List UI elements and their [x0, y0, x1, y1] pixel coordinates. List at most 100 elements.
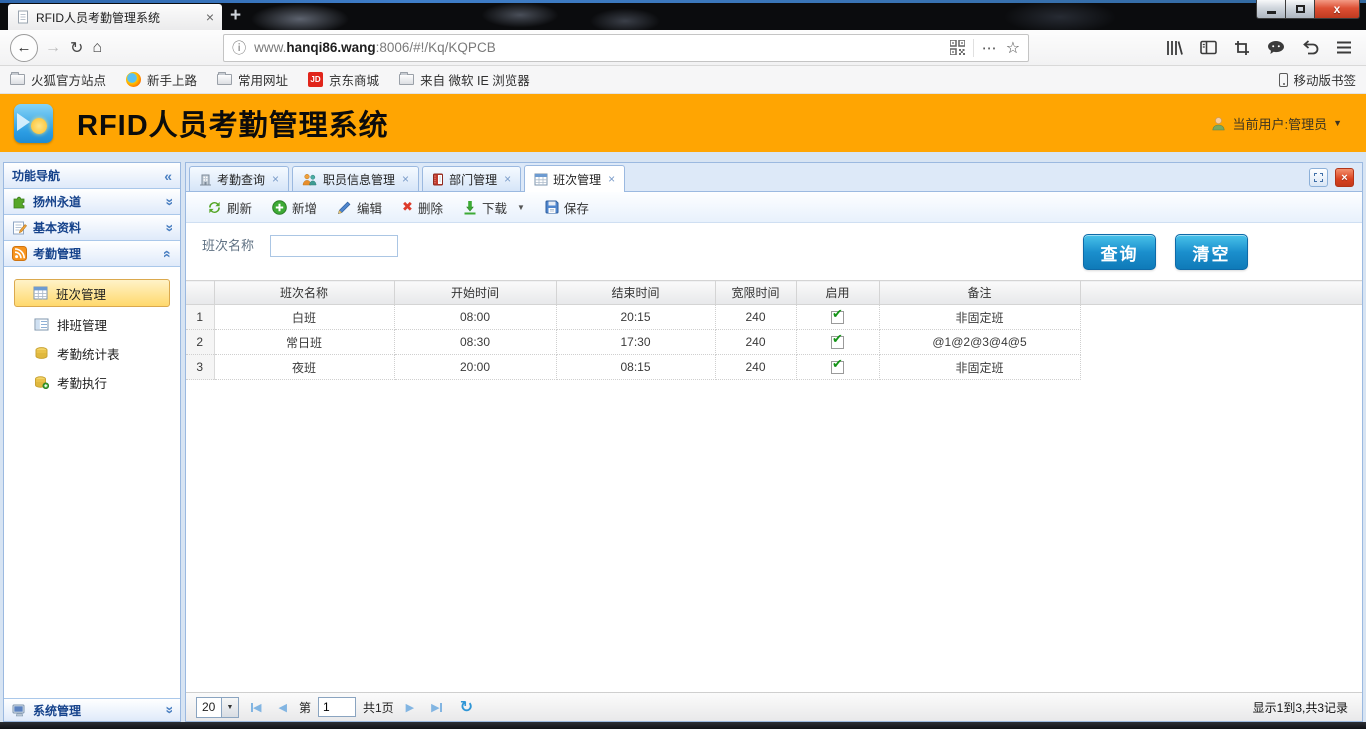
- col-shift-name[interactable]: 班次名称: [214, 281, 394, 305]
- download-icon: [463, 200, 477, 215]
- chevron-down-icon[interactable]: «: [160, 224, 176, 232]
- sidebar-item-attendance-statistics[interactable]: 考勤统计表: [12, 340, 172, 366]
- prev-page-button[interactable]: ◀: [278, 701, 286, 714]
- bookmark-item[interactable]: JD京东商城: [308, 70, 379, 89]
- home-button[interactable]: ⌂: [92, 39, 102, 57]
- action-toolbar: 刷新 新增 编辑 ✖ 删除 下载 ▼: [186, 192, 1362, 223]
- mobile-bookmarks[interactable]: 移动版书签: [1279, 70, 1356, 89]
- maximize-panel-button[interactable]: [1309, 168, 1328, 187]
- sidebar-section-system[interactable]: 系统管理 «: [4, 698, 180, 721]
- tab-shift-management[interactable]: 班次管理 ×: [524, 165, 625, 192]
- first-page-button[interactable]: ◀: [251, 701, 261, 714]
- menu-icon[interactable]: [1336, 41, 1352, 54]
- maximize-button[interactable]: [1286, 0, 1314, 19]
- page-actions-icon[interactable]: ⋯: [982, 39, 998, 57]
- close-panel-button[interactable]: ×: [1335, 168, 1354, 187]
- enabled-checkbox[interactable]: ✔: [831, 336, 844, 349]
- cell-filler: [1080, 305, 1362, 330]
- tab-close-icon[interactable]: ×: [402, 172, 409, 186]
- add-button[interactable]: 新增: [263, 195, 326, 220]
- col-enabled[interactable]: 启用: [796, 281, 879, 305]
- screenshot-icon[interactable]: [1234, 40, 1250, 56]
- col-grace-time[interactable]: 宽限时间: [715, 281, 796, 305]
- back-button[interactable]: ←: [10, 34, 38, 62]
- table-row[interactable]: 1 白班 08:00 20:15 240 ✔ 非固定班: [186, 305, 1362, 330]
- shift-name-input[interactable]: [270, 235, 398, 257]
- cell-shift-name: 白班: [214, 305, 394, 330]
- sidebar-toggle-icon[interactable]: [1200, 40, 1217, 55]
- titlebar[interactable]: RFID人员考勤管理系统 × + x: [0, 3, 1366, 30]
- sidebar: 功能导航 « 扬州永道 « 基本资料 « 考勤管理 « 班次管: [3, 162, 181, 722]
- minimize-icon: [1267, 11, 1276, 14]
- delete-button[interactable]: ✖ 删除: [393, 195, 452, 220]
- cell-shift-name: 夜班: [214, 355, 394, 380]
- current-user-menu[interactable]: 当前用户:管理员 ▼: [1211, 114, 1352, 133]
- address-bar[interactable]: ⓘ www.hanqi86.wang:8006/#!/Kq/KQPCB ⋯ ☆: [223, 34, 1029, 62]
- sidebar-section-attendance[interactable]: 考勤管理 «: [4, 241, 180, 267]
- next-page-button[interactable]: ▶: [406, 701, 414, 714]
- chevron-down-icon[interactable]: «: [160, 706, 176, 714]
- tab-close-icon[interactable]: ×: [504, 172, 511, 186]
- check-icon: ✔: [832, 307, 843, 321]
- undo-icon[interactable]: [1302, 40, 1319, 55]
- calendar-icon: [534, 173, 548, 186]
- last-page-button[interactable]: ▶: [431, 701, 441, 714]
- reload-button[interactable]: ↻: [70, 38, 83, 58]
- check-icon: ✔: [832, 332, 843, 346]
- browser-tab[interactable]: RFID人员考勤管理系统 ×: [8, 4, 222, 30]
- library-icon[interactable]: [1166, 40, 1183, 56]
- clear-button[interactable]: 清空: [1175, 234, 1248, 270]
- bookmark-item[interactable]: 新手上路: [126, 70, 197, 89]
- query-button[interactable]: 查询: [1083, 234, 1156, 270]
- download-button[interactable]: 下载 ▼: [454, 195, 534, 220]
- table-row[interactable]: 3 夜班 20:00 08:15 240 ✔ 非固定班: [186, 355, 1362, 380]
- tab-close-icon[interactable]: ×: [272, 172, 279, 186]
- coins-plus-icon: [34, 375, 49, 389]
- url-text[interactable]: www.hanqi86.wang:8006/#!/Kq/KQPCB: [254, 40, 942, 55]
- col-end-time[interactable]: 结束时间: [556, 281, 715, 305]
- bookmark-star-icon[interactable]: ☆: [1006, 38, 1020, 58]
- sidebar-item-attendance-execute[interactable]: 考勤执行: [12, 369, 172, 395]
- sidebar-item-schedule-management[interactable]: 排班管理: [12, 311, 172, 337]
- minimize-button[interactable]: [1256, 0, 1286, 19]
- sidebar-section-basic[interactable]: 基本资料 «: [4, 215, 180, 241]
- enabled-checkbox[interactable]: ✔: [831, 361, 844, 374]
- sidebar-header[interactable]: 功能导航 «: [4, 163, 180, 189]
- refresh-button[interactable]: 刷新: [198, 195, 261, 220]
- edit-button[interactable]: 编辑: [328, 195, 391, 220]
- page-number-input[interactable]: [318, 697, 356, 717]
- save-button[interactable]: 保存: [536, 195, 598, 220]
- download-caret-icon[interactable]: ▼: [517, 203, 525, 212]
- tab-attendance-query[interactable]: 考勤查询 ×: [189, 166, 289, 191]
- chevron-up-icon[interactable]: «: [160, 250, 176, 258]
- bookmark-item[interactable]: 常用网址: [217, 70, 288, 89]
- col-start-time[interactable]: 开始时间: [394, 281, 556, 305]
- bookmark-item[interactable]: 火狐官方站点: [10, 70, 106, 89]
- close-button[interactable]: x: [1314, 0, 1360, 19]
- tab-close-icon[interactable]: ×: [608, 172, 615, 186]
- select-caret-icon[interactable]: ▼: [221, 698, 238, 717]
- sidebar-item-shift-management[interactable]: 班次管理: [14, 279, 170, 307]
- sidebar-section-yangzhou[interactable]: 扬州永道 «: [4, 189, 180, 215]
- folder-icon: [399, 74, 414, 85]
- grid-refresh-button[interactable]: ↻: [460, 697, 473, 717]
- chevron-down-icon[interactable]: «: [160, 198, 176, 206]
- table-row[interactable]: 2 常日班 08:30 17:30 240 ✔ @1@2@3@4@5: [186, 330, 1362, 355]
- page-size-select[interactable]: 20 ▼: [196, 697, 239, 718]
- tab-staff-info[interactable]: 职员信息管理 ×: [292, 166, 419, 191]
- bookmark-item[interactable]: 来自 微软 IE 浏览器: [399, 70, 530, 89]
- cell-grace-time: 240: [715, 355, 796, 380]
- new-tab-button[interactable]: +: [230, 5, 241, 27]
- chat-icon[interactable]: [1267, 40, 1285, 55]
- tab-department[interactable]: 部门管理 ×: [422, 166, 521, 191]
- qr-code-icon[interactable]: [950, 40, 965, 55]
- site-info-icon[interactable]: ⓘ: [232, 38, 246, 58]
- col-remark[interactable]: 备注: [879, 281, 1080, 305]
- tab-close-icon[interactable]: ×: [206, 10, 214, 24]
- sidebar-collapse-icon[interactable]: «: [164, 168, 172, 184]
- forward-button[interactable]: →: [45, 39, 61, 57]
- data-grid: 班次名称 开始时间 结束时间 宽限时间 启用 备注 1 白班: [186, 280, 1362, 692]
- sidebar-item-label: 排班管理: [57, 315, 107, 334]
- enabled-checkbox[interactable]: ✔: [831, 311, 844, 324]
- cell-rownum: 3: [186, 355, 214, 380]
